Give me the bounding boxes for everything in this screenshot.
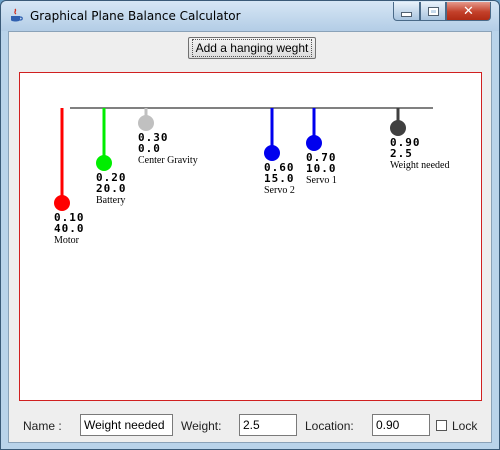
servo-1-weight[interactable] (306, 135, 322, 151)
client-area: Add a hanging weght 0.10 40.0 Motor 0.20 20.… (8, 31, 492, 443)
title-bar[interactable]: Graphical Plane Balance Calculator ✕ (1, 1, 499, 31)
servo-2-weight-label: 15.0 (264, 172, 295, 185)
close-button[interactable]: ✕ (446, 2, 491, 21)
lock-label: Lock (452, 419, 478, 433)
name-field[interactable] (80, 414, 173, 436)
motor-weight[interactable] (54, 195, 70, 211)
center-gravity-name-label: Center Gravity (138, 155, 198, 166)
minimize-icon (401, 11, 412, 17)
battery-weight-label: 20.0 (96, 182, 127, 195)
minimize-button[interactable] (393, 2, 420, 21)
add-hanging-weight-label: Add a hanging weght (191, 39, 313, 57)
center-gravity-weight-label: 0.0 (138, 142, 161, 155)
window-title: Graphical Plane Balance Calculator (30, 9, 241, 23)
servo-1-weight-label: 10.0 (306, 162, 337, 175)
weight-needed-weight[interactable] (390, 120, 406, 136)
maximize-icon (427, 6, 439, 16)
servo-1-name-label: Servo 1 (306, 175, 337, 186)
lock-checkbox[interactable] (436, 420, 447, 431)
balance-canvas[interactable]: 0.10 40.0 Motor 0.20 20.0 Battery 0.30 0.0 Cente… (19, 72, 482, 401)
close-icon: ✕ (463, 3, 474, 19)
motor-weight-label: 40.0 (54, 222, 85, 235)
maximize-button[interactable] (420, 2, 446, 21)
weight-label: Weight: (181, 419, 222, 433)
location-label: Location: (305, 419, 354, 433)
balance-diagram: 0.1040.0Motor0.2020.0Battery0.300.0Cente… (54, 107, 449, 246)
servo-2-weight[interactable] (264, 145, 280, 161)
location-field[interactable] (372, 414, 430, 436)
weight-field[interactable] (239, 414, 297, 436)
battery-name-label: Battery (96, 195, 125, 206)
servo-2-name-label: Servo 2 (264, 185, 295, 196)
motor-name-label: Motor (54, 235, 80, 246)
weight-needed-weight-label: 2.5 (390, 147, 413, 160)
center-gravity-weight[interactable] (138, 115, 154, 131)
java-cup-icon (11, 8, 23, 22)
app-window: Graphical Plane Balance Calculator ✕ Add… (0, 0, 500, 450)
name-label: Name : (23, 419, 62, 433)
weight-needed-name-label: Weight needed (390, 160, 449, 171)
weight-editor-bar: Name : Weight: Location: Lock (9, 404, 491, 442)
add-hanging-weight-button[interactable]: Add a hanging weght (188, 37, 316, 59)
battery-weight[interactable] (96, 155, 112, 171)
